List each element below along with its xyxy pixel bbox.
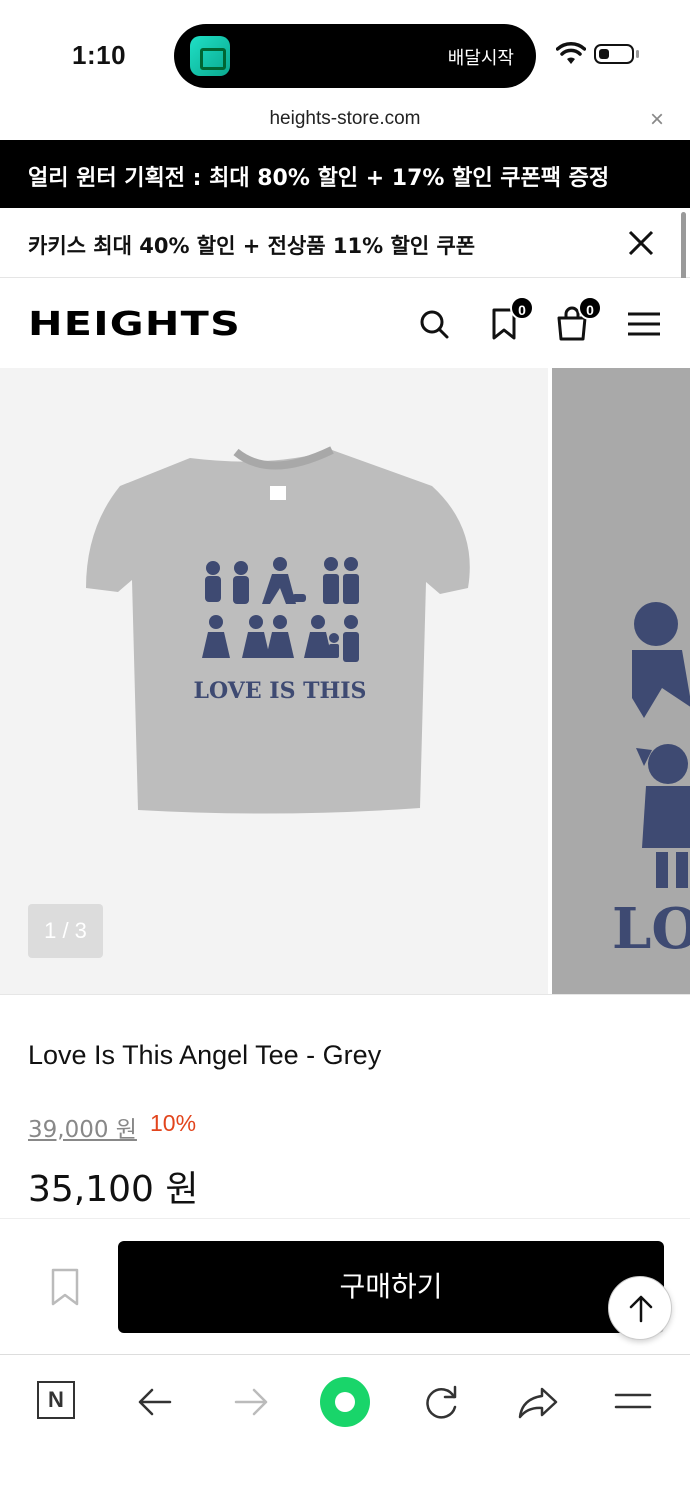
delivery-app-icon bbox=[190, 36, 230, 76]
close-icon[interactable] bbox=[628, 230, 654, 256]
dynamic-island[interactable]: 배달시작 bbox=[174, 24, 536, 88]
closeup-print-text: LO bbox=[612, 896, 690, 962]
naver-home-icon[interactable]: N bbox=[37, 1381, 75, 1419]
island-status-text: 배달시작 bbox=[447, 48, 514, 69]
url-bar[interactable]: heights-store.com × bbox=[0, 100, 690, 140]
promo-banner-top-text: 얼리 윈터 기획전 : 최대 80% 할인 + 17% 할인 쿠폰팩 증정 bbox=[28, 166, 610, 191]
wishlist-count-badge: 0 bbox=[510, 296, 534, 320]
share-icon bbox=[518, 1387, 558, 1419]
original-price: 39,000 원 bbox=[28, 1117, 137, 1143]
divider bbox=[0, 994, 690, 995]
promo-banner-top[interactable]: 얼리 윈터 기획전 : 최대 80% 할인 + 17% 할인 쿠폰팩 증정 bbox=[0, 140, 690, 208]
image-pager: 1 / 3 bbox=[28, 904, 103, 958]
url-text[interactable]: heights-store.com bbox=[0, 108, 690, 130]
tshirt-closeup-image: LO bbox=[612, 602, 690, 962]
promo-banner-second-text: 카키스 최대 40% 할인 + 전상품 11% 할인 쿠폰 bbox=[28, 234, 476, 258]
forward-button[interactable] bbox=[226, 1377, 276, 1427]
arrow-left-icon bbox=[138, 1388, 172, 1416]
refresh-button[interactable] bbox=[416, 1377, 466, 1427]
wishlist-button[interactable]: 0 bbox=[484, 296, 534, 344]
buy-button[interactable]: 구매하기 bbox=[118, 1241, 664, 1333]
battery-icon bbox=[594, 44, 634, 64]
hamburger-menu-icon[interactable] bbox=[624, 304, 664, 344]
menu-button[interactable] bbox=[608, 1377, 658, 1427]
status-bar: 1:10 배달시작 bbox=[0, 0, 690, 100]
product-title: Love Is This Angel Tee - Grey bbox=[28, 1040, 382, 1070]
browser-toolbar: N bbox=[0, 1354, 690, 1500]
tshirt-image: LOVE IS THIS bbox=[86, 446, 470, 814]
share-button[interactable] bbox=[512, 1377, 562, 1427]
close-tab-icon[interactable]: × bbox=[650, 106, 664, 134]
scrollbar[interactable] bbox=[681, 212, 686, 288]
promo-banner-second[interactable]: 카키스 최대 40% 할인 + 전상품 11% 할인 쿠폰 bbox=[0, 208, 690, 278]
refresh-icon bbox=[426, 1385, 457, 1419]
bookmark-icon[interactable] bbox=[50, 1267, 80, 1307]
back-button[interactable] bbox=[130, 1377, 180, 1427]
arrow-up-icon bbox=[629, 1295, 653, 1323]
cart-count-badge: 0 bbox=[578, 296, 602, 320]
site-header: HEIGHTS 0 0 bbox=[0, 278, 690, 368]
purchase-bar: 구매하기 bbox=[0, 1218, 690, 1354]
shirt-print-text: LOVE IS THIS bbox=[194, 678, 367, 704]
green-dot-icon[interactable] bbox=[320, 1377, 370, 1427]
sale-price: 35,100 원 bbox=[28, 1169, 199, 1210]
battery-nub bbox=[636, 50, 639, 58]
cart-button[interactable]: 0 bbox=[552, 296, 602, 344]
discount-rate: 10% bbox=[150, 1110, 197, 1136]
product-gallery[interactable]: LOVE IS THIS 1 / 3 LO bbox=[0, 368, 690, 994]
search-icon[interactable] bbox=[414, 304, 454, 344]
wifi-icon bbox=[556, 42, 586, 64]
brand-logo[interactable]: HEIGHTS bbox=[28, 304, 241, 343]
product-image-1[interactable]: LOVE IS THIS 1 / 3 bbox=[0, 368, 548, 994]
menu-lines-icon bbox=[614, 1393, 652, 1409]
scroll-to-top-button[interactable] bbox=[608, 1276, 672, 1340]
status-time: 1:10 bbox=[72, 40, 127, 70]
arrow-right-icon bbox=[234, 1388, 268, 1416]
product-image-2[interactable]: LO bbox=[552, 368, 690, 994]
